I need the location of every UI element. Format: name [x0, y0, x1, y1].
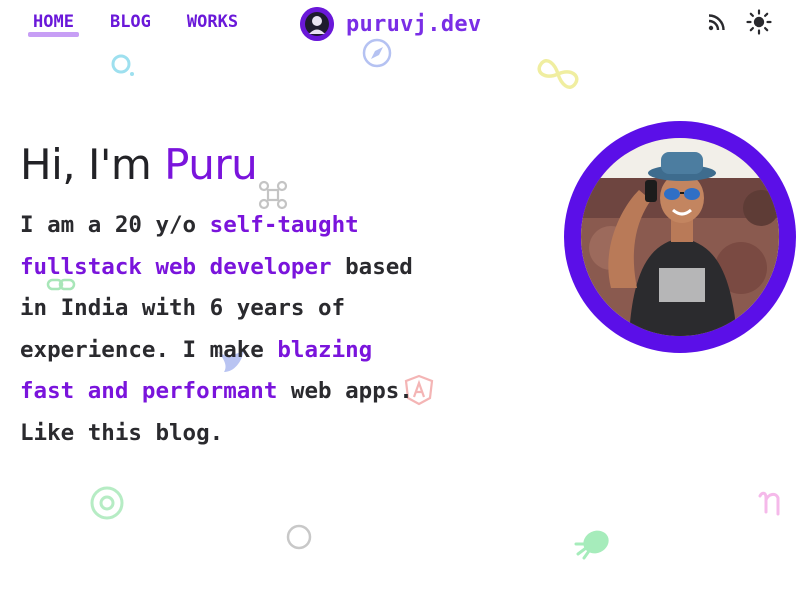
compass-icon: [362, 38, 392, 68]
page-title: Hi, I'm Puru: [20, 140, 258, 189]
intro-text-1: I am a 20 y/o: [20, 212, 210, 238]
hero-name: Puru: [164, 140, 258, 189]
nav-home-link[interactable]: HOME: [28, 12, 79, 37]
hero-greeting: Hi, I'm: [20, 140, 165, 189]
bug-icon: [574, 530, 609, 560]
magnifier-icon: [111, 54, 134, 76]
rss-icon[interactable]: [703, 8, 731, 36]
avatar-frame: [564, 121, 796, 353]
intro-paragraph: I am a 20 y/o self-taught fullstack web …: [20, 205, 420, 454]
circle-icon: [286, 524, 312, 550]
brand-logo-icon: [300, 7, 334, 41]
brand-link[interactable]: puruvj.dev: [300, 7, 481, 41]
eta-icon: [758, 491, 780, 516]
brand-name: puruvj.dev: [346, 11, 482, 37]
sun-icon[interactable]: [745, 8, 773, 36]
avatar: [581, 138, 779, 336]
nav-works-link[interactable]: WORKS: [182, 12, 243, 35]
nav-blog-link[interactable]: BLOG: [105, 12, 156, 35]
at-icon: [90, 486, 124, 520]
infinity-icon: [537, 59, 579, 89]
avatar-photo: [581, 138, 779, 336]
header-actions: [703, 8, 773, 36]
main-nav: HOME BLOG WORKS: [28, 12, 243, 37]
